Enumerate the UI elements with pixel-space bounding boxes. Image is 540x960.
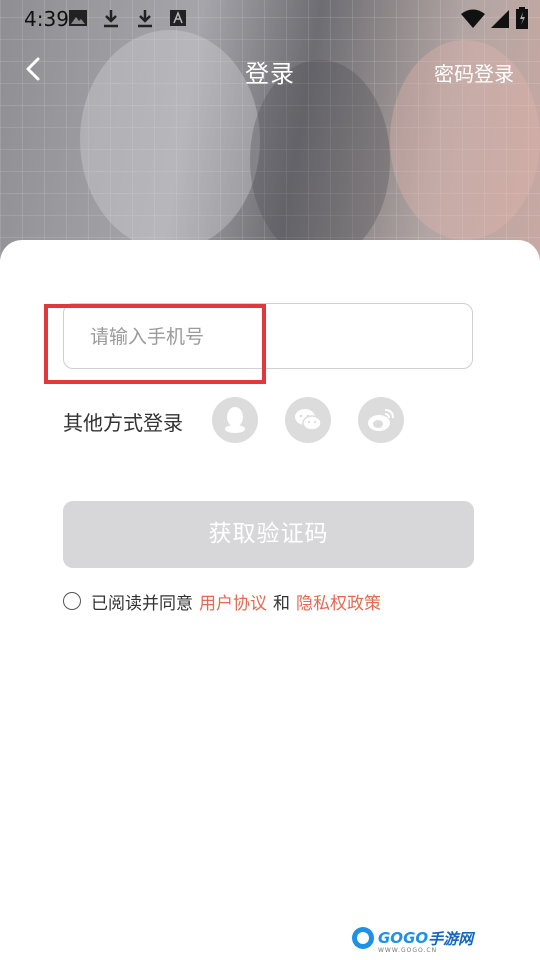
watermark-brand: GOGO xyxy=(378,929,429,947)
agreement-prefix: 已阅读并同意 xyxy=(91,593,193,614)
wifi-icon xyxy=(461,9,485,28)
weibo-login-button[interactable] xyxy=(358,397,404,443)
highlight-annotation-box xyxy=(44,304,266,384)
signal-icon xyxy=(491,10,509,28)
other-login-label: 其他方式登录 xyxy=(63,411,183,435)
password-login-link[interactable]: 密码登录 xyxy=(434,58,514,87)
agreement-row: 已阅读并同意 用户协议 和 隐私权政策 xyxy=(63,589,381,614)
get-verification-code-button[interactable]: 获取验证码 xyxy=(63,501,474,568)
download-notification-icon xyxy=(138,10,152,28)
app-notification-icon xyxy=(170,10,186,26)
wechat-login-button[interactable] xyxy=(285,397,331,443)
user-agreement-link[interactable]: 用户协议 xyxy=(199,589,267,614)
agreement-and: 和 xyxy=(273,593,290,614)
header-background-illustration xyxy=(0,0,540,260)
status-time: 4:39 xyxy=(24,7,69,31)
qq-icon xyxy=(225,407,245,433)
battery-icon xyxy=(516,7,528,29)
qq-login-button[interactable] xyxy=(212,397,258,443)
download-notification-icon xyxy=(104,10,118,28)
weibo-icon xyxy=(368,409,394,431)
agreement-checkbox[interactable] xyxy=(63,592,81,610)
status-bar: 4:39 xyxy=(0,0,540,38)
watermark-brand-cn: 手游网 xyxy=(428,929,474,948)
gogo-logo-icon xyxy=(352,927,374,949)
privacy-policy-link[interactable]: 隐私权政策 xyxy=(296,589,381,614)
gogo-watermark-logo: GOGO 手游网 WWW.GOGO.CN xyxy=(352,925,474,954)
top-navigation-bar: 登录 密码登录 xyxy=(0,44,540,96)
wechat-icon xyxy=(295,409,322,431)
watermark-url: WWW.GOGO.CN xyxy=(378,947,438,954)
image-notification-icon xyxy=(69,10,87,26)
